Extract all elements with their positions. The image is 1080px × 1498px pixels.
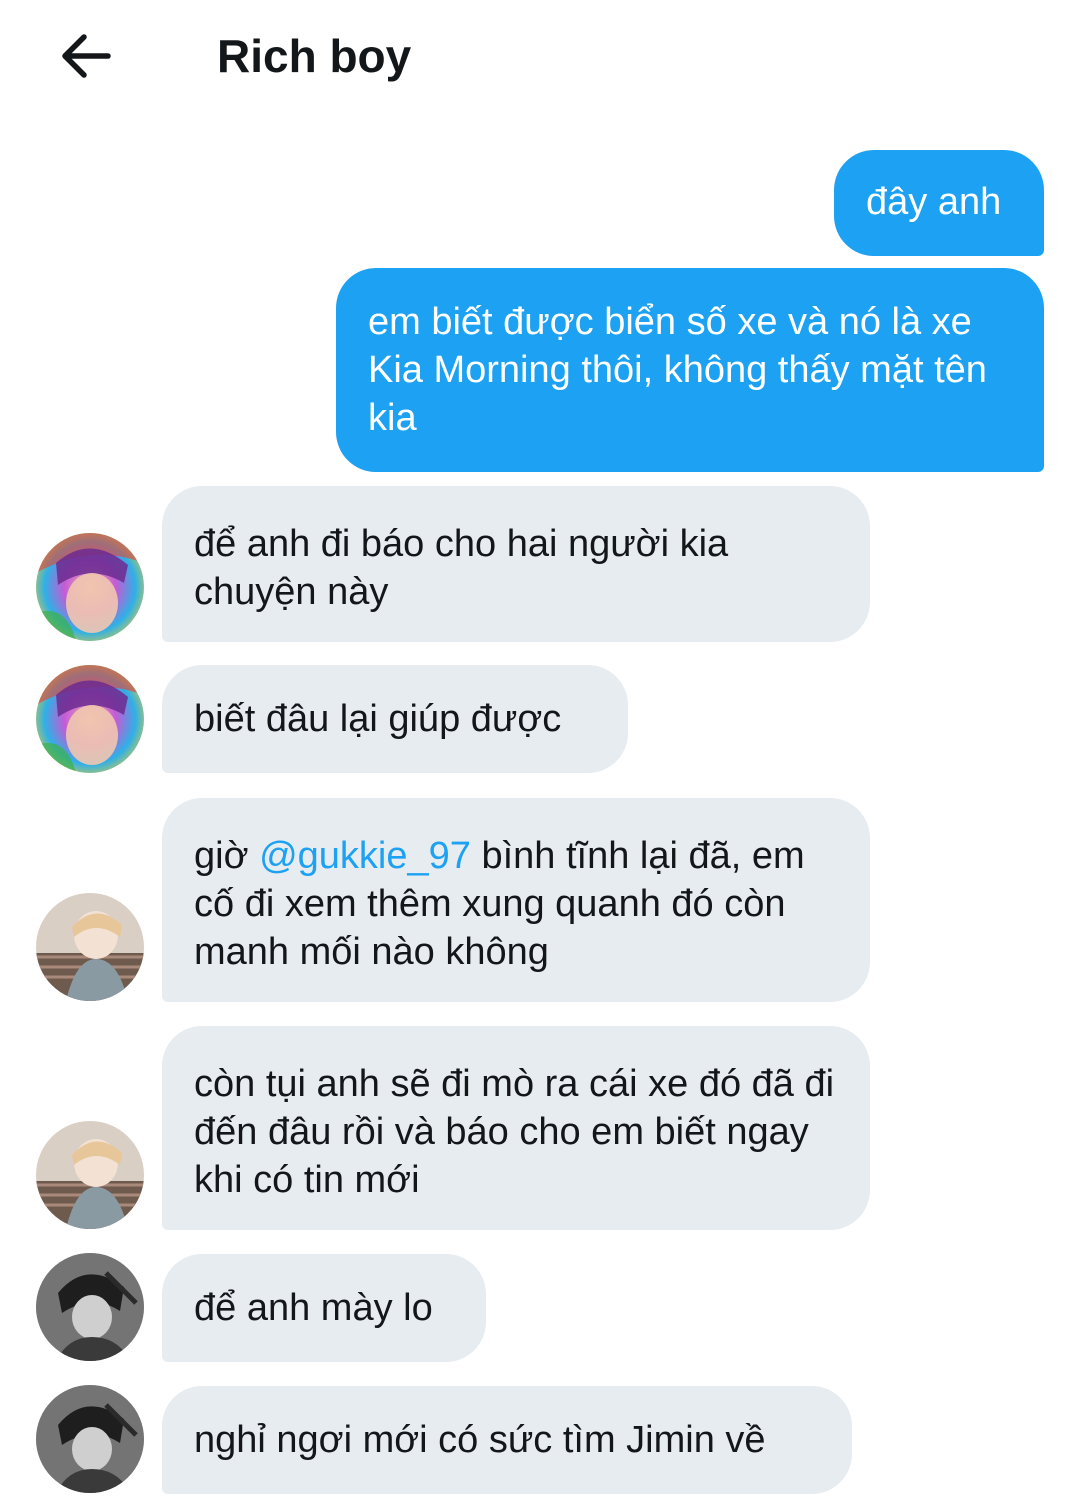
avatar-dark-image — [36, 1385, 144, 1493]
avatar-rainbow-image — [36, 533, 144, 641]
message-text: để anh đi báo cho hai người kia chuyện n… — [194, 523, 729, 613]
message-bubble-incoming[interactable]: biết đâu lại giúp được — [162, 665, 628, 773]
message-bubble-incoming[interactable]: còn tụi anh sẽ đi mò ra cái xe đó đã đi … — [162, 1026, 870, 1230]
message-text-before: giờ — [194, 835, 260, 877]
avatar[interactable] — [36, 1253, 144, 1361]
chat-header: Rich boy — [0, 0, 1080, 112]
message-text: còn tụi anh sẽ đi mò ra cái xe đó đã đi … — [194, 1063, 835, 1201]
avatar-dark-image — [36, 1253, 144, 1361]
avatar-blonde-image — [36, 893, 144, 1001]
message-text: biết đâu lại giúp được — [194, 698, 562, 740]
avatar[interactable] — [36, 1385, 144, 1493]
conversation-title: Rich boy — [217, 30, 412, 82]
avatar-blonde-image — [36, 1121, 144, 1229]
message-text: để anh mày lo — [194, 1287, 433, 1329]
message-text: nghỉ ngơi mới có sức tìm Jimin về — [194, 1419, 766, 1461]
message-bubble-outgoing[interactable]: em biết được biển số xe và nó là xe Kia … — [336, 268, 1044, 472]
message-bubble-incoming[interactable]: giờ @gukkie_97 bình tĩnh lại đã, em cố đ… — [162, 798, 870, 1002]
message-text: em biết được biển số xe và nó là xe Kia … — [368, 301, 987, 439]
message-bubble-incoming[interactable]: để anh mày lo — [162, 1254, 486, 1362]
avatar[interactable] — [36, 533, 144, 641]
avatar-rainbow-image — [36, 665, 144, 773]
avatar[interactable] — [36, 893, 144, 1001]
message-bubble-outgoing[interactable]: đây anh — [834, 150, 1044, 256]
back-button[interactable] — [56, 26, 116, 86]
message-bubble-incoming[interactable]: nghỉ ngơi mới có sức tìm Jimin về — [162, 1386, 852, 1494]
arrow-left-icon — [62, 34, 111, 78]
message-text: đây anh — [866, 181, 1002, 223]
user-mention-link[interactable]: @gukkie_97 — [259, 835, 471, 877]
message-bubble-incoming[interactable]: để anh đi báo cho hai người kia chuyện n… — [162, 486, 870, 642]
avatar[interactable] — [36, 665, 144, 773]
avatar[interactable] — [36, 1121, 144, 1229]
